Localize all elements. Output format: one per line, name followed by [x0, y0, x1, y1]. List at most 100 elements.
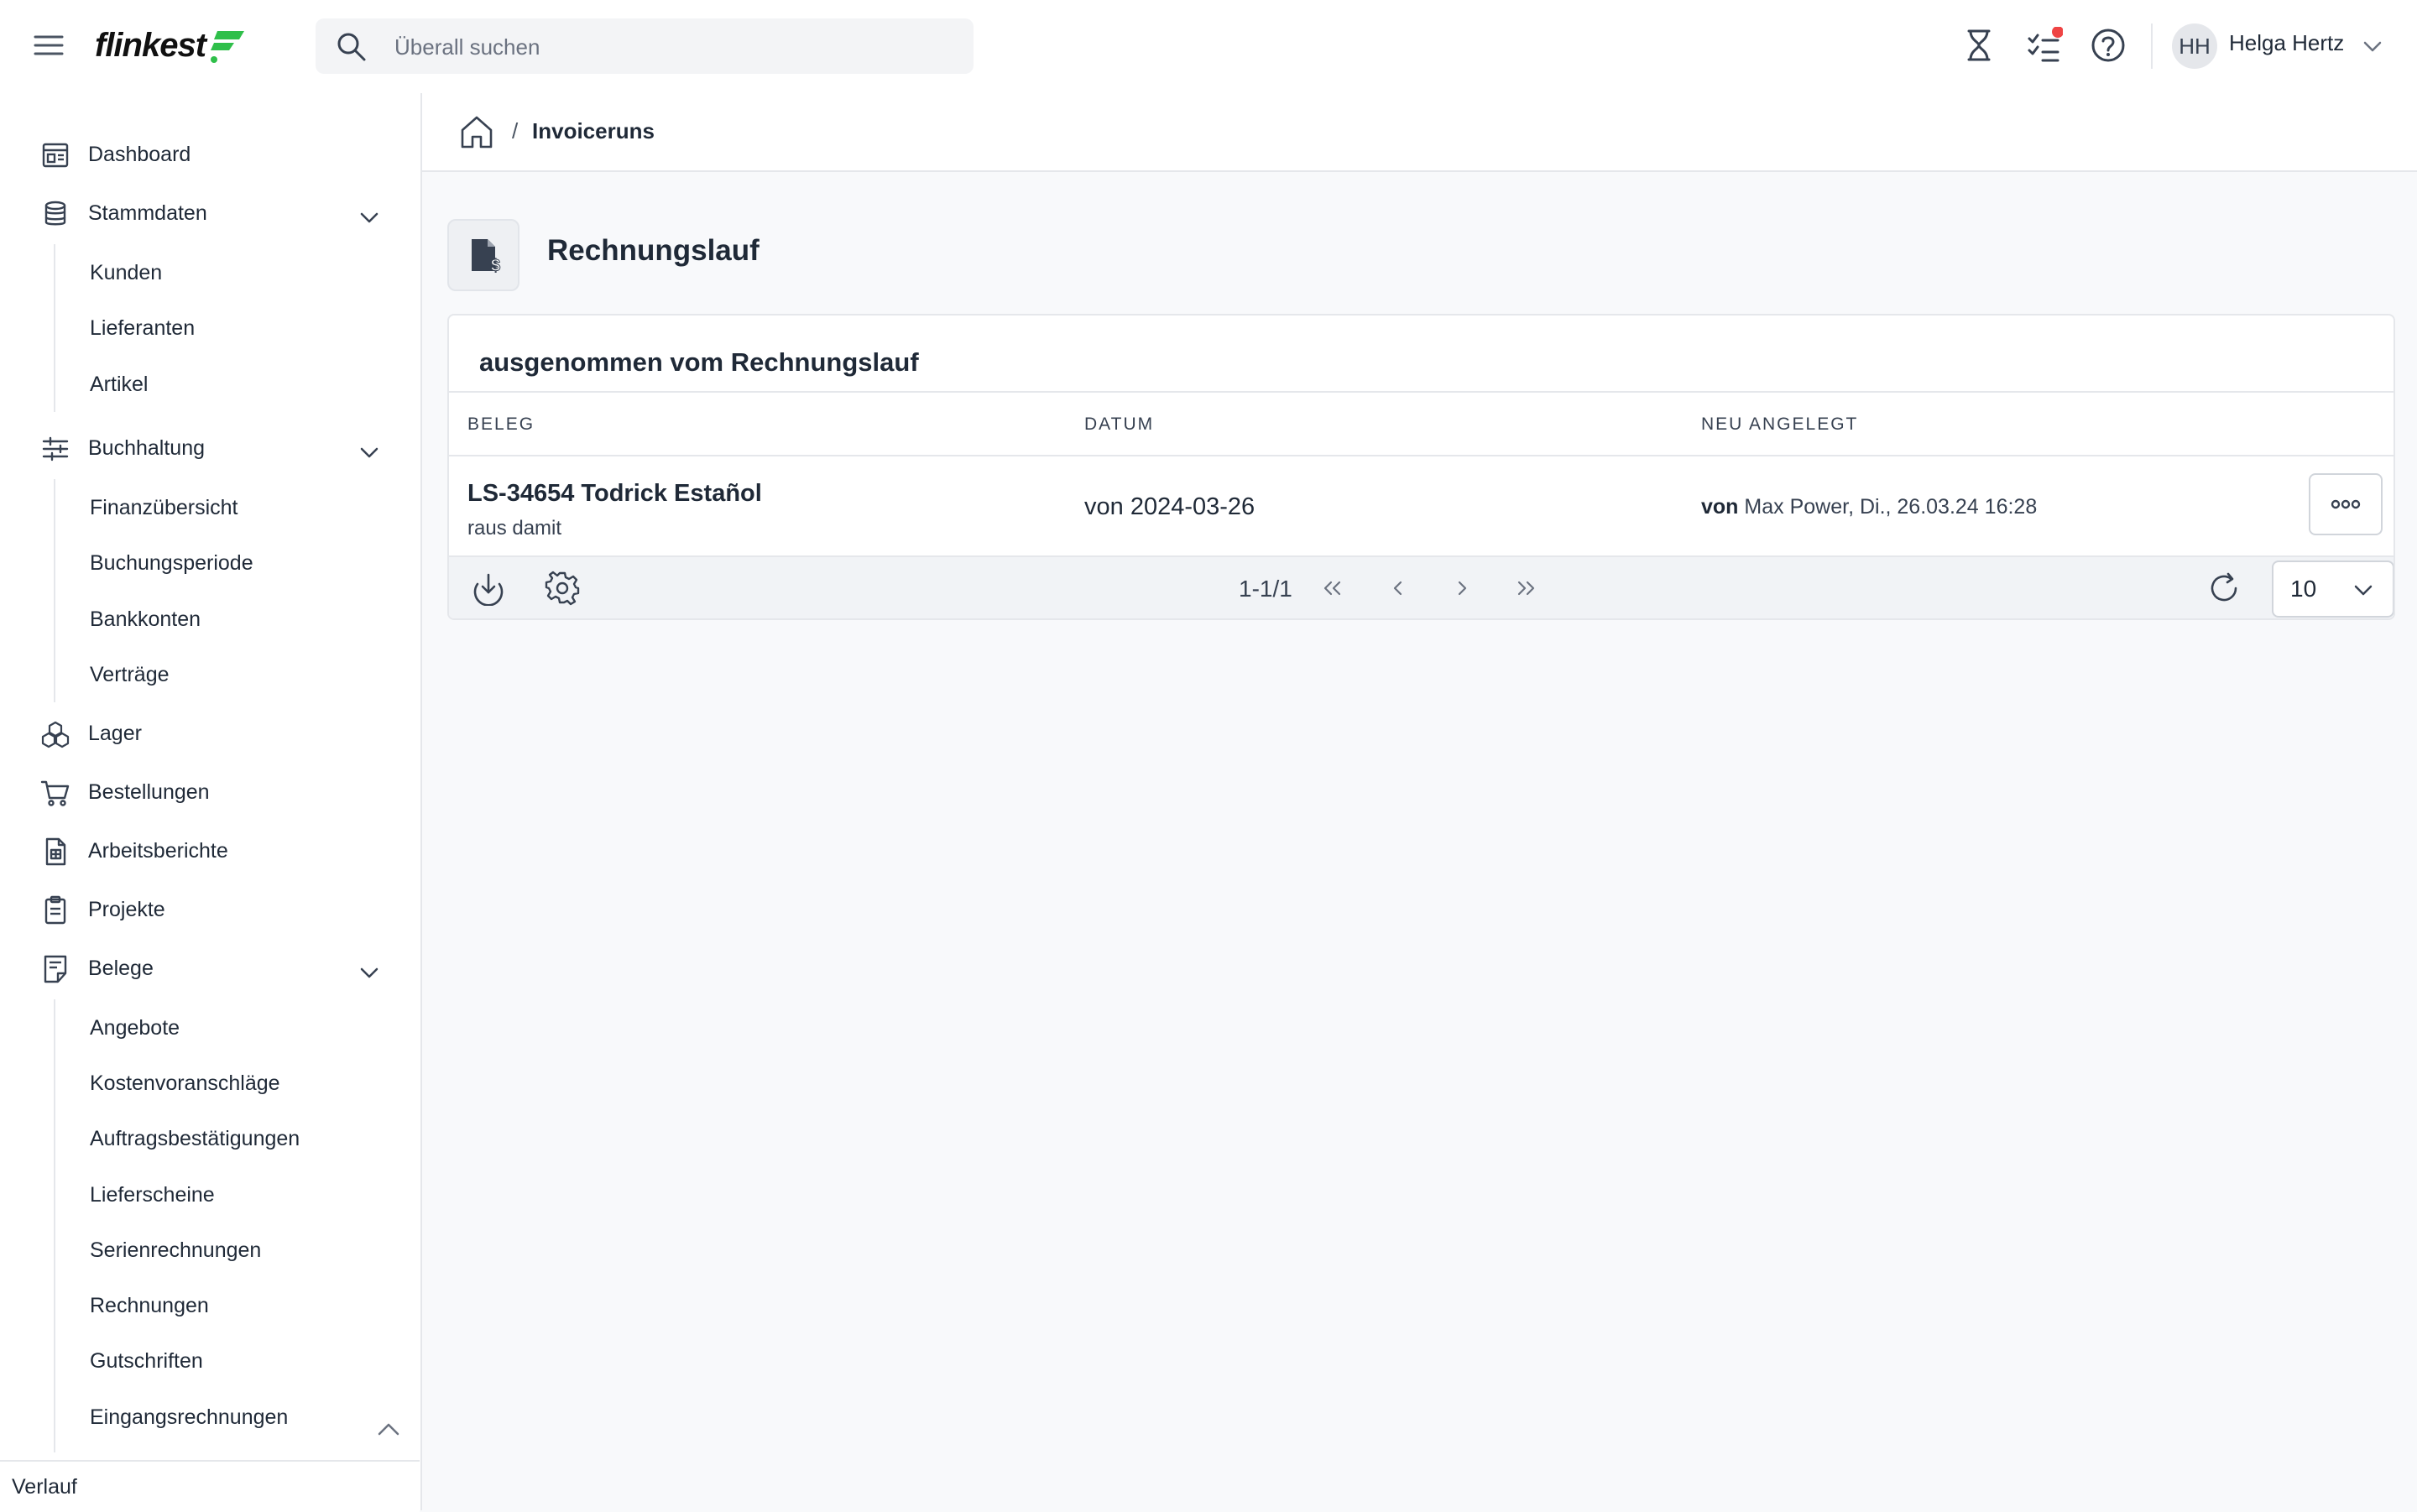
chevron-down-icon: [2351, 577, 2376, 602]
svg-text:$: $: [491, 257, 500, 275]
sidebar-item-label: Belege: [88, 957, 154, 980]
search-icon: [334, 29, 368, 63]
help-icon[interactable]: [2090, 27, 2127, 64]
excluded-invoices-card: ausgenommen vom Rechnungslauf BELEG DATU…: [447, 314, 2395, 620]
column-header-neu-angelegt[interactable]: NEU ANGELEGT: [1701, 414, 1858, 435]
sidebar-item-bestellungen[interactable]: Bestellungen: [0, 768, 420, 818]
chevron-down-icon[interactable]: [356, 959, 383, 986]
refresh-icon[interactable]: [2206, 571, 2242, 606]
database-icon: [40, 199, 70, 229]
sidebar-subitem-angebote[interactable]: Angebote: [90, 1016, 180, 1040]
sidebar-item-stammdaten[interactable]: Stammdaten: [0, 189, 420, 239]
chevron-down-icon[interactable]: [356, 439, 383, 466]
next-page-icon[interactable]: [1448, 574, 1476, 602]
submenu-line: [54, 999, 55, 1452]
home-icon[interactable]: [457, 113, 496, 152]
chevron-up-icon[interactable]: [374, 1416, 403, 1444]
row-note: raus damit: [467, 517, 562, 540]
column-header-beleg[interactable]: BELEG: [467, 414, 535, 435]
history-label: Verlauf: [12, 1475, 77, 1499]
sidebar-subitem-buchungsperiode[interactable]: Buchungsperiode: [90, 551, 253, 576]
previous-page-icon[interactable]: [1384, 574, 1412, 602]
main-content: / Invoiceruns $ Rechnungslauf ausgenomme…: [422, 93, 2417, 1510]
download-icon[interactable]: [471, 571, 506, 606]
invoice-document-icon: $: [472, 239, 501, 276]
more-dots-icon: [2331, 499, 2361, 509]
menu-icon[interactable]: [32, 29, 65, 62]
sidebar-item-buchhaltung[interactable]: Buchhaltung: [0, 424, 420, 474]
last-page-icon[interactable]: [1511, 574, 1540, 602]
row-beleg[interactable]: LS-34654 Todrick Estañol: [467, 480, 762, 508]
sidebar-subitem-finanzuebersicht[interactable]: Finanzübersicht: [90, 496, 238, 520]
card-title: ausgenommen vom Rechnungslauf: [479, 347, 919, 377]
sidebar-subitem-gutschriften[interactable]: Gutschriften: [90, 1349, 203, 1374]
sidebar-subitem-artikel[interactable]: Artikel: [90, 373, 148, 397]
sidebar-subitem-vertraege[interactable]: Verträge: [90, 663, 170, 687]
pagination-info: 1-1/1: [1239, 576, 1292, 602]
avatar[interactable]: HH: [2172, 23, 2217, 69]
clipboard-icon: [40, 895, 70, 925]
top-bar: flinkest HH Helga Hertz: [0, 0, 2417, 95]
submenu-line: [54, 244, 55, 412]
first-page-icon[interactable]: [1318, 574, 1347, 602]
sliders-icon: [40, 434, 70, 464]
sidebar-item-label: Lager: [88, 722, 142, 745]
notification-dot: [2052, 27, 2063, 38]
sidebar-item-lager[interactable]: Lager: [0, 709, 420, 759]
table-row[interactable]: LS-34654 Todrick Estañol raus damit von …: [449, 455, 2394, 555]
breadcrumb: / Invoiceruns: [422, 93, 2417, 172]
sidebar-item-projekte[interactable]: Projekte: [0, 885, 420, 936]
page-size-value: 10: [2290, 576, 2317, 602]
row-created-text: Max Power, Di., 26.03.24 16:28: [1744, 495, 2038, 519]
row-actions-button[interactable]: [2309, 473, 2383, 535]
logo[interactable]: flinkest: [95, 22, 248, 69]
hourglass-icon[interactable]: [1960, 27, 1997, 64]
submenu-line: [54, 479, 55, 702]
tasks-icon[interactable]: [2026, 27, 2063, 64]
boxes-icon: [40, 719, 70, 749]
sidebar-subitem-kostenvoranschlaege[interactable]: Kostenvoranschläge: [90, 1071, 280, 1096]
page-title: Rechnungslauf: [547, 234, 760, 267]
dashboard-icon: [40, 140, 70, 170]
document-icon: [40, 954, 70, 984]
sidebar-subitem-auftragsbestaetigungen[interactable]: Auftragsbestätigungen: [90, 1127, 300, 1151]
sidebar-subitem-eingangsrechnungen[interactable]: Eingangsrechnungen: [90, 1405, 288, 1430]
sidebar-item-dashboard[interactable]: Dashboard: [0, 130, 420, 180]
logo-mark-icon: [211, 31, 245, 63]
user-menu-chevron-down-icon[interactable]: [2360, 34, 2385, 59]
sidebar-subitem-bankkonten[interactable]: Bankkonten: [90, 607, 201, 632]
table-footer: 1-1/1 10: [449, 555, 2394, 618]
sidebar-subitem-lieferscheine[interactable]: Lieferscheine: [90, 1183, 215, 1207]
table-header: BELEG DATUM NEU ANGELEGT: [449, 391, 2394, 456]
sidebar-item-label: Dashboard: [88, 143, 191, 166]
breadcrumb-separator: /: [512, 118, 519, 143]
sidebar-subitem-serienrechnungen[interactable]: Serienrechnungen: [90, 1238, 261, 1263]
page-icon: $: [447, 219, 519, 291]
sidebar-subitem-lieferanten[interactable]: Lieferanten: [90, 316, 195, 341]
search-box[interactable]: [316, 18, 974, 76]
sidebar-item-belege[interactable]: Belege: [0, 944, 420, 994]
sidebar-item-arbeitsberichte[interactable]: Arbeitsberichte: [0, 826, 420, 877]
sidebar-item-label: Bestellungen: [88, 780, 210, 804]
sidebar-item-label: Arbeitsberichte: [88, 839, 228, 863]
row-created: von Max Power, Di., 26.03.24 16:28: [1701, 495, 2037, 519]
page-size-select[interactable]: 10: [2272, 560, 2394, 618]
row-datum: von 2024-03-26: [1084, 493, 1255, 520]
sidebar-item-label: Buchhaltung: [88, 436, 206, 460]
settings-icon[interactable]: [545, 571, 580, 606]
logo-text: flinkest: [95, 26, 206, 64]
chevron-down-icon[interactable]: [356, 204, 383, 231]
row-created-prefix: von: [1701, 495, 1739, 519]
column-header-datum[interactable]: DATUM: [1084, 414, 1154, 435]
breadcrumb-current: Invoiceruns: [532, 118, 655, 143]
report-icon: [40, 837, 70, 867]
history-panel-toggle[interactable]: Verlauf: [0, 1460, 420, 1512]
sidebar-subitem-kunden[interactable]: Kunden: [90, 261, 162, 285]
sidebar-item-label: Projekte: [88, 898, 165, 921]
user-name[interactable]: Helga Hertz: [2229, 30, 2344, 56]
sidebar-subitem-rechnungen[interactable]: Rechnungen: [90, 1294, 209, 1318]
header-divider: [2151, 23, 2153, 69]
search-input[interactable]: [393, 18, 950, 76]
sidebar-item-label: Stammdaten: [88, 201, 207, 225]
sidebar: Dashboard Stammdaten Kunden Lieferanten …: [0, 93, 422, 1512]
